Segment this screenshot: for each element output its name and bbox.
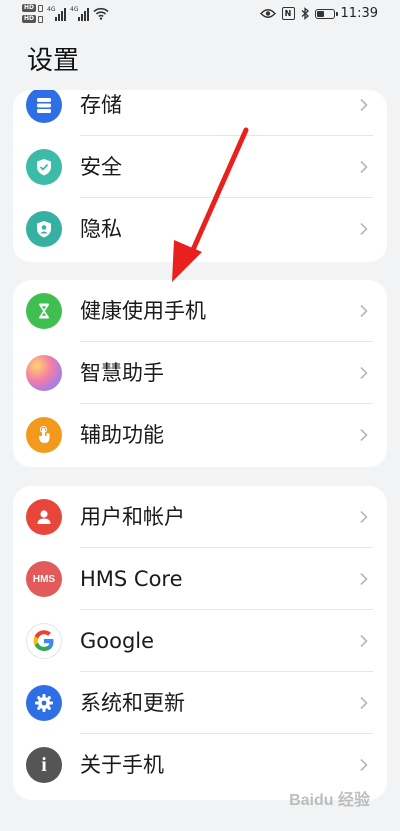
watermark: Baidu 经验	[289, 792, 370, 809]
annotation-arrow-head	[172, 240, 202, 282]
annotation-arrow	[172, 127, 249, 282]
annotation-arrow-line	[189, 127, 249, 255]
